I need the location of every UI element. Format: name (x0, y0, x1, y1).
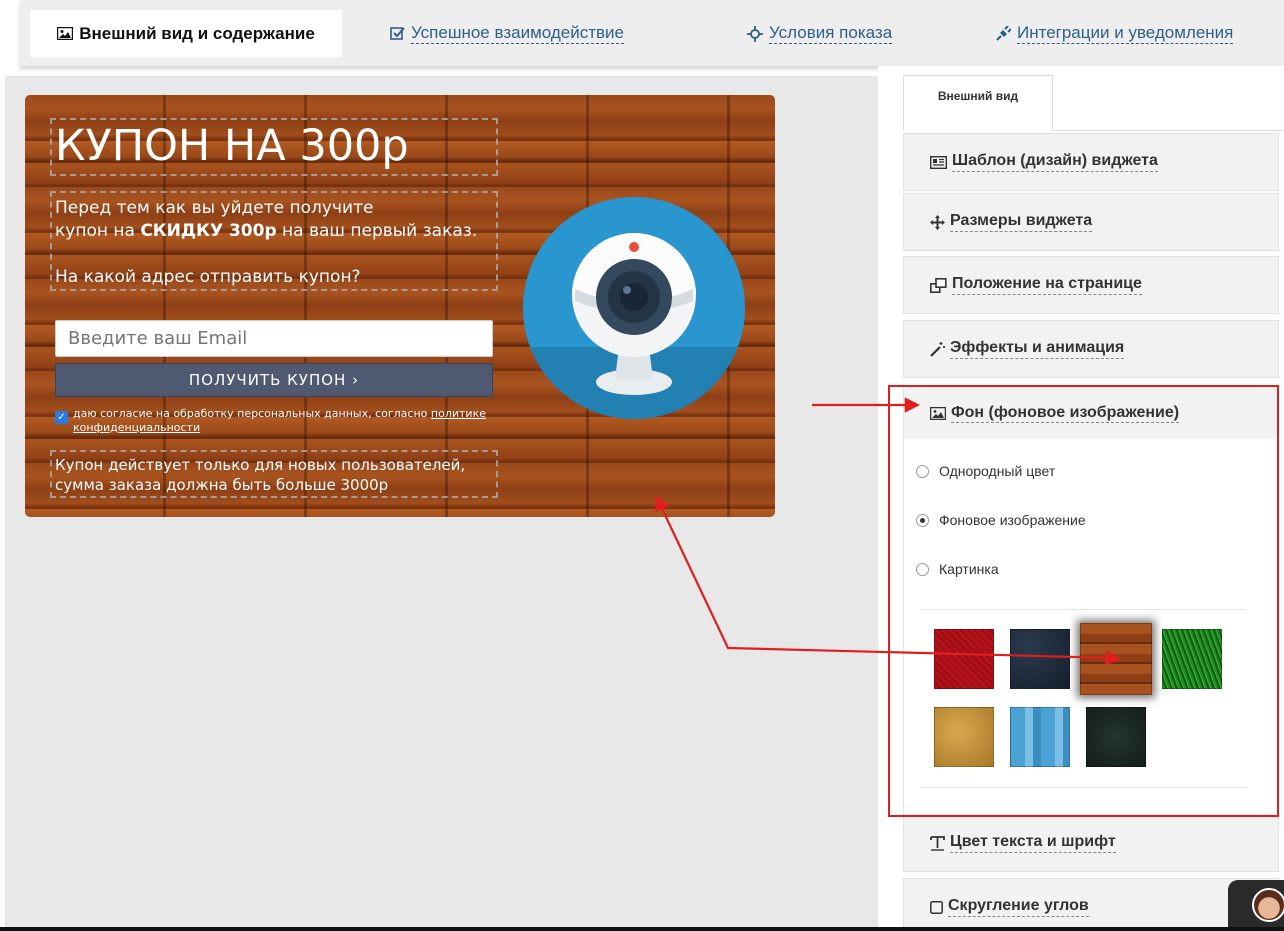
tab-appearance-content[interactable]: Внешний вид и содержание (30, 10, 342, 57)
position-icon (930, 277, 947, 293)
tab-integrations[interactable]: Интеграции и уведомления (995, 10, 1234, 57)
option-label: Однородный цвет (939, 463, 1056, 479)
move-icon (930, 214, 945, 230)
image-icon (930, 406, 946, 420)
section-effects[interactable]: Эффекты и анимация (903, 320, 1279, 378)
tab-successful-interaction[interactable]: Успешное взаимодействие (390, 10, 624, 57)
chat-support-avatar[interactable] (1228, 880, 1284, 931)
swatch-blue-chevron[interactable] (1010, 707, 1070, 767)
image-icon (57, 27, 74, 40)
section-label: Шаблон (дизайн) виджета (952, 152, 1158, 172)
option-background-image[interactable]: Фоновое изображение (916, 512, 1086, 528)
section-background-header[interactable]: Фон (фоновое изображение) (904, 387, 1278, 439)
swatch-dark-green-pattern[interactable] (1086, 707, 1146, 767)
option-picture[interactable]: Картинка (916, 561, 999, 577)
section-size[interactable]: Размеры виджета (903, 193, 1279, 251)
section-text-color-font[interactable]: Цвет текста и шрифт (903, 814, 1279, 872)
section-label: Цвет текста и шрифт (950, 833, 1116, 853)
consent-text: даю согласие на обработку персональных д… (73, 407, 486, 434)
crosshair-icon (747, 25, 763, 42)
section-background: Фон (фоновое изображение) Однородный цве… (903, 386, 1279, 816)
bottom-edge (0, 927, 1284, 931)
email-input[interactable] (55, 320, 493, 357)
section-label: Скругление углов (948, 897, 1089, 917)
section-template[interactable]: Шаблон (дизайн) виджета (903, 133, 1279, 191)
description-line-2: купон на СКИДКУ 300р на ваш первый заказ… (55, 221, 478, 241)
settings-tabs: Внешний вид (903, 75, 1284, 131)
swatch-sand-cork[interactable] (934, 707, 994, 767)
section-border-radius[interactable]: Скругление углов (903, 878, 1279, 931)
radio-picture[interactable] (916, 562, 929, 576)
plug-icon (995, 25, 1011, 42)
consent-checkbox[interactable]: ✓ (55, 411, 68, 424)
description-line-1: Перед тем как вы уйдете получите (55, 198, 374, 218)
avatar-photo-icon (1252, 888, 1284, 922)
section-label: Эффекты и анимация (950, 339, 1125, 359)
option-solid-color[interactable]: Однородный цвет (916, 463, 1055, 479)
tab-label: Условия показа (769, 23, 893, 44)
swatch-dark-navy[interactable] (1010, 629, 1070, 689)
magic-wand-icon (930, 341, 945, 357)
radio-solid-color[interactable] (916, 464, 929, 478)
divider (920, 787, 1246, 788)
widget-description[interactable]: Перед тем как вы уйдете получите купон н… (55, 197, 495, 289)
divider (920, 609, 1246, 610)
square-icon (930, 900, 943, 914)
tab-display-conditions[interactable]: Условия показа (747, 10, 893, 57)
section-position[interactable]: Положение на странице (903, 256, 1279, 314)
swatch-wood[interactable] (1080, 623, 1152, 695)
section-label: Размеры виджета (950, 212, 1093, 232)
get-coupon-button[interactable]: ПОЛУЧИТЬ КУПОН › (55, 363, 493, 397)
consent-row: ✓ даю согласие на обработку персональных… (55, 407, 495, 435)
section-label: Положение на странице (952, 275, 1142, 295)
check-square-icon (390, 26, 405, 41)
radio-background-image[interactable] (916, 513, 929, 527)
tab-appearance[interactable]: Внешний вид (903, 75, 1053, 131)
tab-label: Интеграции и уведомления (1017, 23, 1234, 44)
option-label: Картинка (939, 561, 999, 577)
swatch-red-fabric[interactable] (934, 629, 994, 689)
swatch-green-grass[interactable] (1162, 629, 1222, 689)
coupon-widget: КУПОН НА 300р Перед тем как вы уйдете по… (25, 95, 775, 517)
tab-label: Внешний вид и содержание (79, 23, 315, 43)
top-navigation: Внешний вид и содержание Успешное взаимо… (20, 0, 1284, 66)
webcam-icon (523, 197, 745, 419)
template-icon (930, 155, 947, 169)
settings-panel: Внешний вид Шаблон (дизайн) виджета Разм… (878, 66, 1284, 931)
description-question: На какой адрес отправить купон? (55, 267, 361, 287)
widget-title[interactable]: КУПОН НА 300р (55, 121, 409, 171)
option-label: Фоновое изображение (939, 512, 1086, 528)
tab-label: Успешное взаимодействие (411, 23, 624, 44)
section-label: Фон (фоновое изображение) (951, 403, 1180, 423)
text-icon (930, 835, 945, 851)
widget-footer-note[interactable]: Купон действует только для новых пользов… (55, 455, 495, 495)
